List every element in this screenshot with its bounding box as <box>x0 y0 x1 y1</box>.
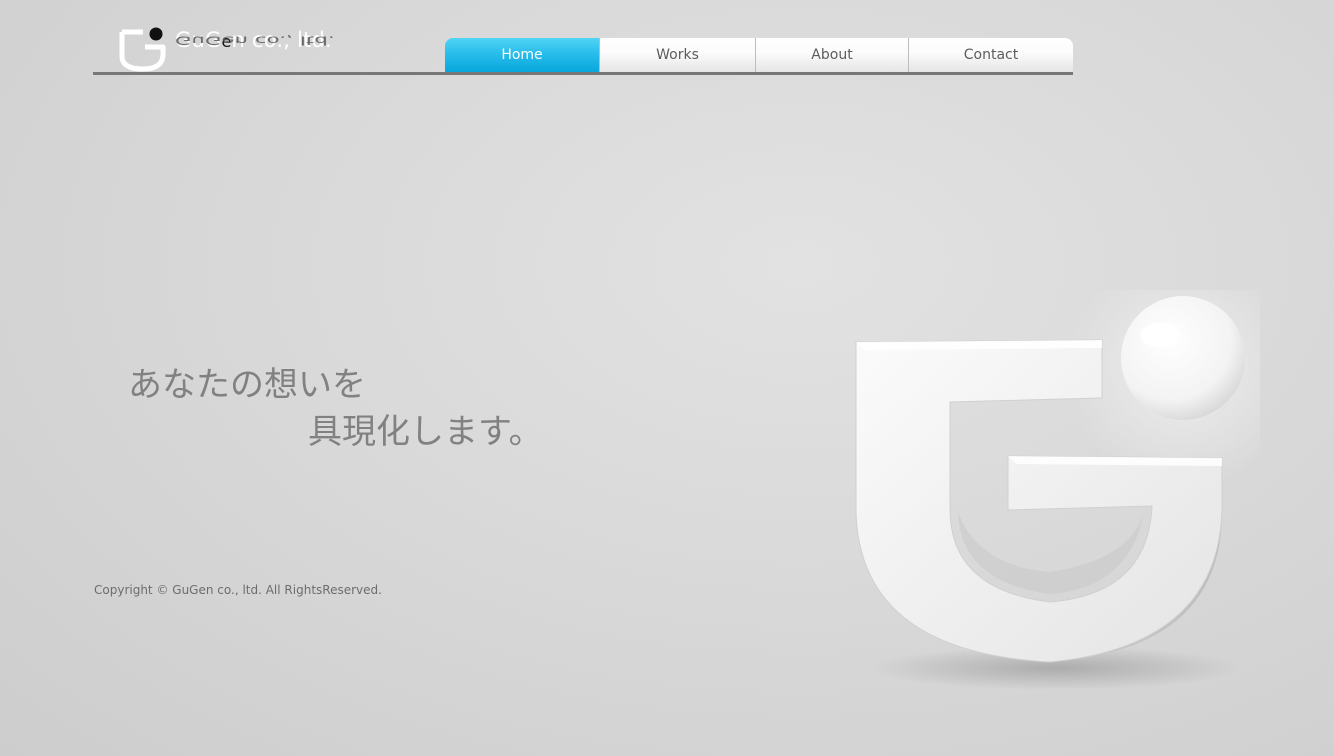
gugen-logo-icon <box>119 27 166 72</box>
nav-home[interactable]: Home <box>445 38 599 72</box>
logo-reflection: GuGen co., ltd. <box>175 33 335 48</box>
main-nav: Home Works About Contact <box>445 38 1073 72</box>
tagline-line-2: 具現化します。 <box>308 411 543 452</box>
copyright-text: Copyright © GuGen co., ltd. All RightsRe… <box>94 583 382 597</box>
tagline-line-1: あなたの想いを <box>128 365 366 405</box>
nav-works[interactable]: Works <box>599 38 755 72</box>
gugen-3d-logo-icon <box>855 290 1260 690</box>
nav-about[interactable]: About <box>755 38 908 72</box>
hero-tagline: あなたの想いを 具現化します。 <box>128 362 543 456</box>
nav-contact[interactable]: Contact <box>908 38 1073 72</box>
site-logo[interactable]: GuGen co., ltd. GuGen co., ltd. <box>119 26 349 72</box>
header-divider <box>93 72 1073 75</box>
